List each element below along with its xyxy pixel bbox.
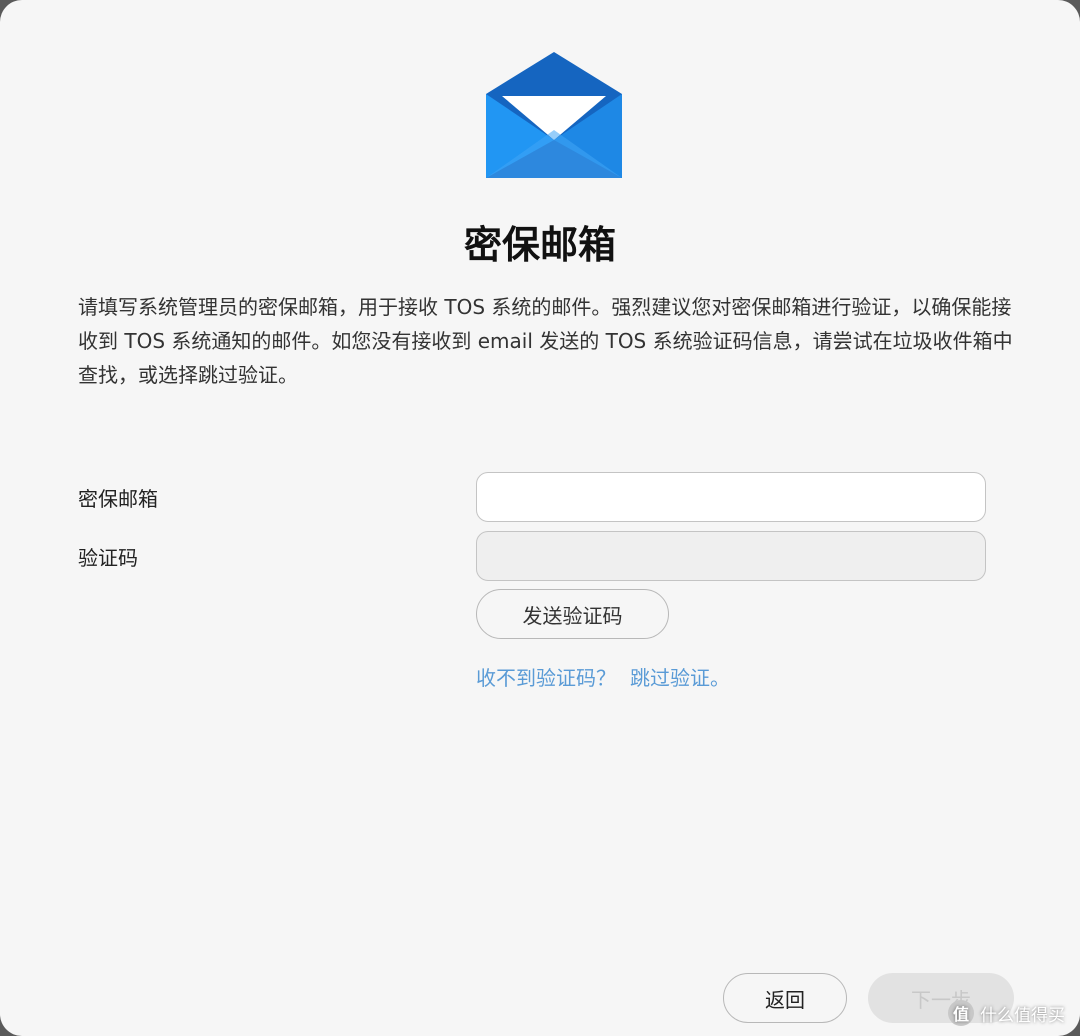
help-links: 收不到验证码？ 跳过验证。	[476, 662, 730, 691]
mail-envelope-icon	[486, 52, 622, 178]
watermark-text: 什么值得买	[980, 1005, 1065, 1026]
watermark-logo-icon: 值	[948, 1000, 974, 1026]
dialog-description: 请填写系统管理员的密保邮箱，用于接收 TOS 系统的邮件。强烈建议您对密保邮箱进…	[78, 295, 1013, 387]
skip-verification-link[interactable]: 跳过验证。	[630, 666, 730, 690]
email-input[interactable]	[476, 472, 986, 522]
email-setup-dialog: 密保邮箱 请填写系统管理员的密保邮箱，用于接收 TOS 系统的邮件。强烈建议您对…	[0, 0, 1080, 1036]
send-code-button[interactable]: 发送验证码	[476, 589, 669, 639]
dialog-title: 密保邮箱	[463, 223, 616, 267]
back-button[interactable]: 返回	[723, 973, 847, 1023]
verification-code-input[interactable]	[476, 531, 986, 581]
watermark: 值 什么值得买	[948, 996, 1065, 1030]
verification-code-label: 验证码	[78, 546, 138, 570]
no-code-link[interactable]: 收不到验证码？	[476, 666, 616, 690]
email-label: 密保邮箱	[78, 487, 158, 511]
